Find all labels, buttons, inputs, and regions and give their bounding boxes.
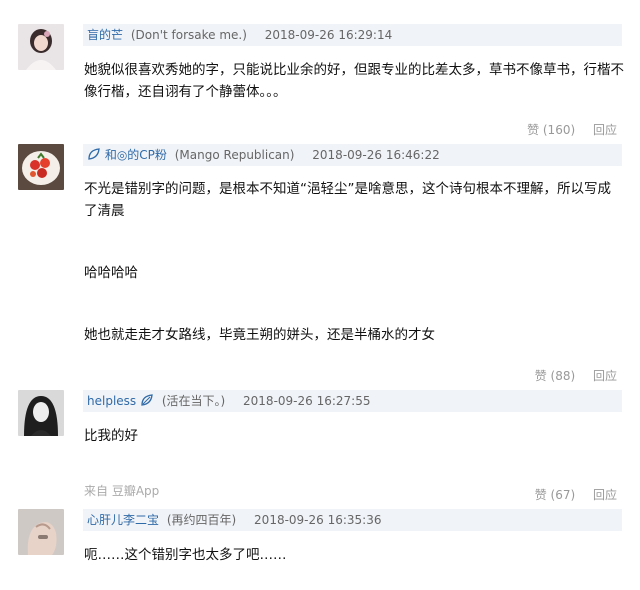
avatar[interactable] [18, 24, 64, 70]
comment-header: helpless (活在当下。) 2018-09-26 16:27:55 [83, 390, 622, 412]
timestamp: 2018-09-26 16:35:36 [254, 513, 382, 527]
comment-body: 比我的好 [84, 425, 624, 447]
comment-header: 和◎的CP粉 (Mango Republican) 2018-09-26 16:… [83, 144, 622, 166]
user-signature: (再约四百年) [166, 513, 237, 527]
comment-text: 她貌似很喜欢秀她的字，只能说比业余的好，但跟专业的比差太多，草书不像草书，行楷不… [84, 62, 624, 100]
comment-body: 她貌似很喜欢秀她的字，只能说比业余的好，但跟专业的比差太多，草书不像草书，行楷不… [84, 59, 624, 103]
username-link[interactable]: 盲的芒 [83, 28, 123, 42]
post-source: 来自 豆瓣App [84, 484, 160, 498]
timestamp: 2018-09-26 16:46:22 [312, 148, 440, 162]
comment-body: 呃……这个错别字也太多了吧…… [84, 544, 624, 566]
like-button[interactable]: 赞 (88) [535, 369, 575, 383]
comment-text: 比我的好 [84, 428, 138, 444]
timestamp: 2018-09-26 16:27:55 [243, 394, 371, 408]
comment-actions: 赞 (88) 回应 [521, 367, 617, 384]
leaf-icon [141, 394, 153, 406]
comment-text: 她也就走走才女路线，毕竟王朔的姘头，还是半桶水的才女 [84, 327, 435, 343]
comment-header: 盲的芒 (Don't forsake me.) 2018-09-26 16:29… [83, 24, 622, 46]
username-text[interactable]: 和◎的CP粉 [105, 148, 167, 162]
comment-header: 心肝儿李二宝 (再约四百年) 2018-09-26 16:35:36 [83, 509, 622, 531]
comment-text: 哈哈哈哈 [84, 265, 138, 281]
username-text[interactable]: helpless [87, 394, 136, 408]
comment-actions: 赞 (160) 回应 [513, 121, 617, 138]
username-link[interactable]: 和◎的CP粉 [83, 148, 171, 162]
username-link[interactable]: 心肝儿李二宝 [83, 513, 159, 527]
reply-button[interactable]: 回应 [593, 123, 617, 137]
avatar[interactable] [18, 390, 64, 436]
reply-button[interactable]: 回应 [593, 369, 617, 383]
avatar[interactable] [18, 509, 64, 555]
user-signature: (活在当下。) [161, 394, 226, 408]
comment-text: 呃……这个错别字也太多了吧…… [84, 547, 287, 563]
leaf-icon [88, 148, 100, 160]
comment-body: 不光是错别字的问题，是根本不知道“浥轻尘”是啥意思，这个诗句根本不理解，所以写成… [84, 178, 624, 346]
user-signature: (Mango Republican) [174, 148, 295, 162]
reply-button[interactable]: 回应 [593, 488, 617, 502]
like-button[interactable]: 赞 (67) [535, 488, 575, 502]
username-link[interactable]: helpless [83, 394, 158, 408]
like-button[interactable]: 赞 (160) [527, 123, 575, 137]
user-signature: (Don't forsake me.) [130, 28, 247, 42]
comment-actions: 赞 (67) 回应 [521, 486, 617, 503]
timestamp: 2018-09-26 16:29:14 [264, 28, 393, 42]
comment-text: 不光是错别字的问题，是根本不知道“浥轻尘”是啥意思，这个诗句根本不理解，所以写成… [84, 181, 611, 219]
avatar[interactable] [18, 144, 64, 190]
